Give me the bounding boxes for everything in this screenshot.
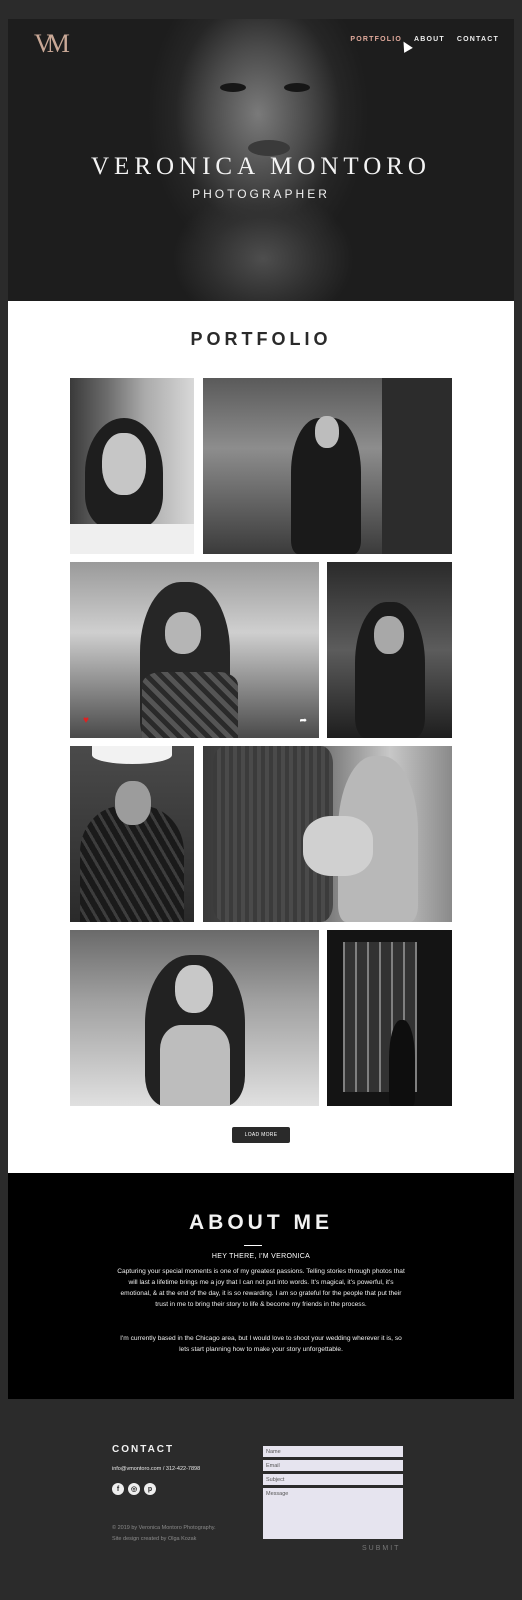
main-nav: PORTFOLIO ABOUT CONTACT [350, 36, 499, 43]
photo-man-street[interactable] [203, 378, 452, 554]
load-more-button[interactable]: LOAD MORE [232, 1127, 290, 1143]
photo-woman-window[interactable] [327, 930, 452, 1106]
subject-field[interactable]: Subject [263, 1474, 403, 1485]
name-field[interactable]: Name [263, 1446, 403, 1457]
submit-button[interactable]: SUBMIT [362, 1545, 400, 1552]
heart-icon[interactable]: ♥ [83, 715, 89, 726]
photo-couple-embrace[interactable] [203, 746, 452, 922]
photo-woman-laughing[interactable] [70, 930, 319, 1106]
contact-title: CONTACT [112, 1444, 175, 1455]
about-greeting: HEY THERE, I'M VERONICA [211, 1253, 311, 1260]
nav-about[interactable]: ABOUT [414, 36, 445, 43]
copyright: © 2019 by Veronica Montoro Photography. … [112, 1525, 216, 1542]
share-icon[interactable]: ➦ [299, 715, 307, 726]
photo-man-smoking[interactable] [70, 746, 194, 922]
hero-title: VERONICA MONTORO [91, 153, 431, 180]
site-logo[interactable]: VM [34, 29, 70, 59]
social-links: f ◎ p [112, 1483, 156, 1495]
photo-woman-portrait[interactable] [70, 378, 194, 554]
about-title: ABOUT ME [189, 1211, 333, 1234]
portfolio-section: PORTFOLIO ♥ ➦ LOAD MORE [8, 301, 514, 1173]
email-field[interactable]: Email [263, 1460, 403, 1471]
divider [244, 1245, 262, 1246]
hero-eye-right [284, 83, 310, 92]
instagram-icon[interactable]: ◎ [128, 1483, 140, 1495]
portfolio-title: PORTFOLIO [190, 329, 332, 349]
nav-portfolio[interactable]: PORTFOLIO [350, 36, 402, 43]
photo-woman-hat-field[interactable]: ♥ ➦ [70, 562, 319, 738]
hero-eye-left [220, 83, 246, 92]
photo-woman-hat-trees[interactable] [327, 562, 452, 738]
about-paragraph-1: Capturing your special moments is one of… [117, 1268, 405, 1308]
facebook-icon[interactable]: f [112, 1483, 124, 1495]
hero-section: VM PORTFOLIO ABOUT CONTACT VERONICA MONT… [8, 19, 514, 301]
hero-subtitle: PHOTOGRAPHER [192, 187, 330, 201]
about-section: ABOUT ME HEY THERE, I'M VERONICA Capturi… [8, 1173, 514, 1399]
about-paragraph-2: I'm currently based in the Chicago area,… [120, 1335, 402, 1353]
message-field[interactable]: Message [263, 1488, 403, 1539]
nav-contact[interactable]: CONTACT [457, 36, 499, 43]
contact-info[interactable]: info@vmontoro.com / 312-422-7898 [112, 1466, 200, 1472]
pinterest-icon[interactable]: p [144, 1483, 156, 1495]
